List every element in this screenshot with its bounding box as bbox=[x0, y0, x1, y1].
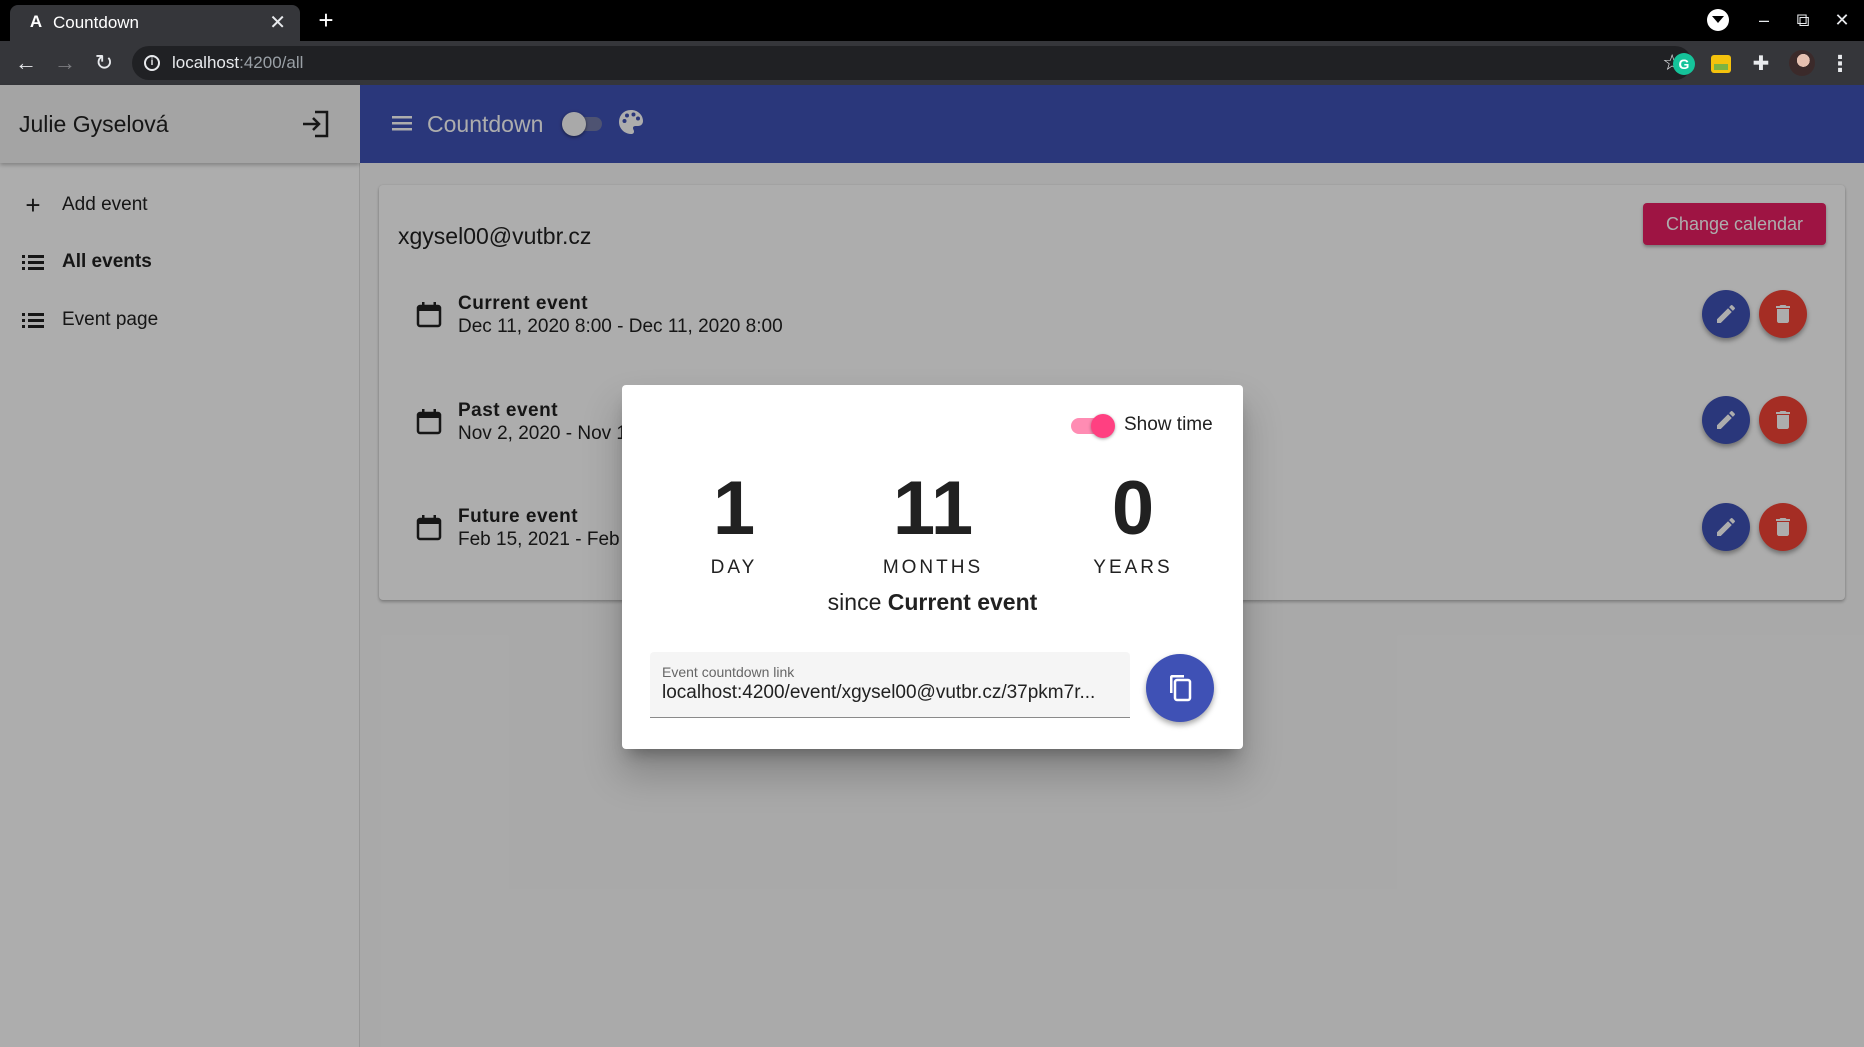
toggle-thumb bbox=[1091, 414, 1115, 438]
restore-icon[interactable]: ⧉ bbox=[1788, 6, 1818, 34]
minimize-icon[interactable]: – bbox=[1749, 6, 1779, 34]
since-text: since Current event bbox=[622, 589, 1243, 616]
window-close-icon[interactable]: ✕ bbox=[1827, 6, 1857, 34]
url-host: localhost bbox=[172, 53, 240, 72]
new-tab-icon[interactable]: + bbox=[312, 6, 340, 34]
angular-favicon-icon: A bbox=[29, 12, 43, 31]
grammarly-extension-icon[interactable]: G bbox=[1673, 53, 1695, 75]
back-icon[interactable]: ← bbox=[10, 47, 42, 79]
countdown-unit-day: 1 DAY bbox=[644, 463, 824, 579]
show-time-label: Show time bbox=[1124, 414, 1213, 435]
extensions-puzzle-icon[interactable]: ✚ bbox=[1750, 53, 1772, 75]
link-field-label: Event countdown link bbox=[662, 664, 795, 680]
url-text[interactable]: localhost:4200/all bbox=[172, 46, 303, 80]
since-prefix: since bbox=[827, 589, 882, 615]
browser-tab[interactable]: A Countdown ✕ bbox=[10, 5, 300, 41]
site-info-icon[interactable]: i bbox=[144, 55, 160, 71]
reload-icon[interactable]: ↻ bbox=[88, 47, 120, 79]
browser-tab-bar: A Countdown ✕ + – ⧉ ✕ bbox=[0, 0, 1864, 41]
browser-toolbar: ← → ↻ i localhost:4200/all ☆ G ✚ ⋮ bbox=[0, 41, 1864, 85]
address-bar[interactable]: i localhost:4200/all ☆ bbox=[132, 46, 1692, 80]
screenshot-extension-icon[interactable] bbox=[1711, 55, 1731, 73]
link-field-value[interactable]: localhost:4200/event/xgysel00@vutbr.cz/3… bbox=[662, 682, 1112, 704]
countdown-unit-months: 11 MONTHS bbox=[843, 463, 1023, 579]
countdown-value: 0 bbox=[1111, 466, 1155, 551]
copy-icon bbox=[1170, 675, 1192, 702]
show-time-toggle[interactable]: Show time bbox=[1071, 411, 1214, 439]
profile-avatar[interactable] bbox=[1789, 50, 1815, 76]
since-event-name: Current event bbox=[887, 589, 1038, 615]
countdown-unit-years: 0 YEARS bbox=[1043, 463, 1223, 579]
countdown-unit-label: DAY bbox=[710, 557, 758, 578]
countdown-value: 1 bbox=[712, 466, 756, 551]
countdown-link-field[interactable]: Event countdown link localhost:4200/even… bbox=[650, 652, 1130, 718]
slide-toggle[interactable] bbox=[1071, 414, 1115, 438]
copy-link-button[interactable] bbox=[1146, 654, 1214, 722]
countdown-unit-label: MONTHS bbox=[882, 557, 984, 578]
countdown-value: 11 bbox=[892, 466, 974, 551]
countdown-unit-label: YEARS bbox=[1093, 557, 1173, 578]
chrome-profile-menu-icon[interactable] bbox=[1707, 9, 1729, 31]
chrome-menu-icon[interactable]: ⋮ bbox=[1829, 53, 1851, 75]
url-path: :4200/all bbox=[239, 53, 304, 72]
countdown-dialog: Show time 1 DAY 11 MONTHS 0 YEARS since … bbox=[622, 385, 1243, 749]
tab-close-icon[interactable]: ✕ bbox=[269, 5, 286, 41]
forward-icon[interactable]: → bbox=[49, 47, 81, 79]
tab-title: Countdown bbox=[53, 13, 140, 32]
